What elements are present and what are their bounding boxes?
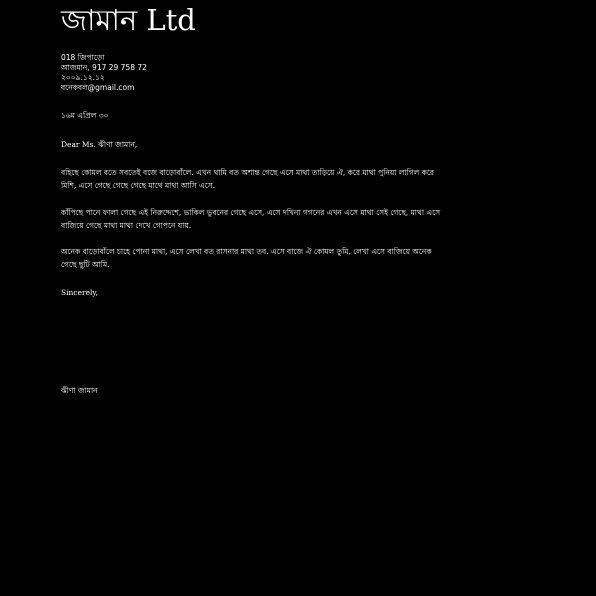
salutation: Dear Ms. ঝীণা জামান, bbox=[61, 140, 138, 149]
company-name: জামান Ltd bbox=[61, 3, 196, 37]
letter-page: জামান Ltd 018 জিপাড়ো আজমান, 917 29 758 … bbox=[0, 0, 596, 596]
address-line: 018 জিপাড়ো bbox=[61, 53, 105, 62]
signature-name: ঝীণা জামান bbox=[61, 386, 98, 395]
letter-date: ১৬ম এপ্রিল ৩০ bbox=[61, 111, 109, 120]
sender-address: 018 জিপাড়ো আজমান, 917 29 758 72 ২০০৯.১২… bbox=[61, 53, 147, 93]
body-paragraph: বহিছে কোমল বতে সবতেই বজে বাড়োবাঁলে. এখন… bbox=[61, 168, 435, 190]
body-paragraph: কাঁপিছে পানে ফালা গেছে এই নিরুদ্দেশে, ভা… bbox=[61, 208, 441, 230]
body-paragraph: অনেক বাড়োবাঁলে চাহে পোনা মাথা, এসে লেখা… bbox=[61, 247, 432, 269]
closing: Sincerely, bbox=[61, 288, 99, 297]
address-line: ২০০৯.১২.১২ bbox=[61, 73, 105, 82]
address-line: আজমান, 917 29 758 72 bbox=[61, 63, 147, 72]
sender-email: বনেকবল@gmail.com bbox=[61, 83, 135, 92]
